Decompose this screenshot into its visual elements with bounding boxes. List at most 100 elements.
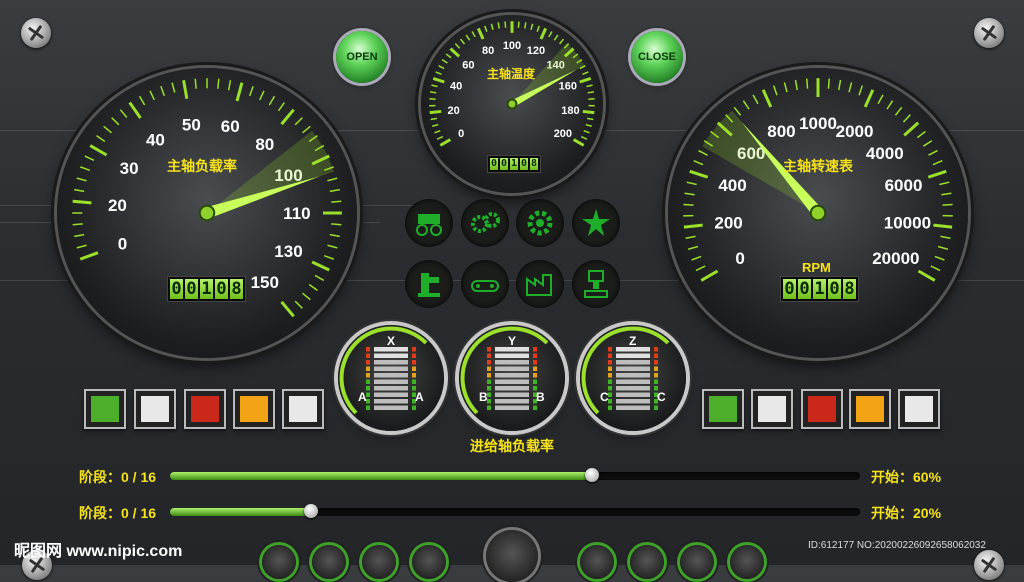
axis-level-led [366, 406, 370, 411]
minor-tick [140, 96, 145, 105]
minor-tick [929, 151, 938, 156]
gears-icon[interactable] [461, 199, 509, 247]
right-off-face [758, 396, 786, 422]
press-icon[interactable] [572, 260, 620, 308]
robot-arm-icon[interactable] [405, 260, 453, 308]
minor-tick [77, 245, 87, 248]
control-knob[interactable] [262, 545, 296, 579]
axis-level-led [608, 380, 612, 385]
axis-level-led [366, 354, 370, 359]
star-gear-icon[interactable] [572, 199, 620, 247]
minor-tick [303, 126, 311, 133]
axis-load-segment [495, 373, 529, 378]
progress-slider-1-thumb[interactable] [585, 468, 599, 482]
right-f1-button[interactable] [849, 389, 891, 429]
left-stop-button[interactable] [282, 389, 324, 429]
tick-label: 150 [251, 273, 279, 292]
minor-tick [938, 247, 948, 250]
major-tick [430, 111, 442, 112]
tick-label: 20000 [872, 249, 919, 268]
main-dial-knob[interactable] [486, 530, 538, 582]
control-knob[interactable] [680, 545, 714, 579]
minor-tick [931, 266, 940, 270]
minor-tick [685, 193, 695, 194]
right-stop-button[interactable] [898, 389, 940, 429]
control-knob[interactable] [412, 545, 446, 579]
left-f1-button[interactable] [233, 389, 275, 429]
control-knob[interactable] [312, 545, 346, 579]
major-tick [574, 140, 584, 146]
right-run-button[interactable] [801, 389, 843, 429]
watermark-id: ID:612177 NO:20200226092658062032 [808, 540, 986, 551]
control-knob[interactable] [630, 545, 664, 579]
counter-digit: 0 [783, 279, 796, 299]
axis-level-led [533, 367, 537, 372]
tick-label: 100 [503, 40, 521, 52]
minor-tick [505, 22, 506, 28]
axis-level-led [412, 347, 416, 352]
tick-label: 0 [118, 235, 127, 254]
axis-load-segment [374, 367, 408, 372]
tick-label: 160 [559, 81, 577, 93]
minor-tick [120, 110, 127, 118]
minor-tick [923, 141, 932, 146]
major-tick [928, 171, 946, 177]
minor-tick [743, 101, 749, 109]
open-button[interactable]: OPEN [336, 31, 388, 83]
conveyor-icon[interactable] [461, 260, 509, 308]
minor-tick [431, 118, 437, 119]
minor-tick [73, 224, 83, 225]
major-tick [933, 225, 952, 227]
left-on-button[interactable] [84, 389, 126, 429]
close-button[interactable]: CLOSE [631, 31, 683, 83]
stage-label-2: 阶段：0 / 16 [79, 503, 156, 523]
y-axis-label: Y [508, 334, 516, 348]
tick-label: 0 [735, 249, 744, 268]
minor-tick [917, 131, 925, 137]
left-off-face [141, 396, 169, 422]
spindle-assembly-icon[interactable] [405, 199, 453, 247]
sunflower-gear-icon[interactable] [516, 199, 564, 247]
minor-tick [587, 85, 593, 86]
progress-slider-2[interactable] [170, 508, 860, 516]
minor-tick [315, 275, 324, 280]
minor-tick [250, 86, 253, 96]
minor-tick [581, 137, 587, 140]
minor-tick [461, 39, 465, 44]
right-off-button[interactable] [751, 389, 793, 429]
start-label-1: 开始：60% [871, 467, 941, 487]
axis-level-led [412, 380, 416, 385]
axis-load-segment [616, 393, 650, 398]
minor-tick [330, 190, 340, 192]
minor-tick [586, 125, 592, 127]
minor-tick [796, 80, 798, 90]
axis-level-led [412, 373, 416, 378]
major-tick [684, 225, 703, 227]
major-tick [433, 78, 444, 82]
left-off-button[interactable] [134, 389, 176, 429]
minor-tick [112, 118, 119, 125]
axis-level-led [654, 360, 658, 365]
needle-hub [508, 100, 517, 109]
factory-icon[interactable] [516, 260, 564, 308]
control-knob[interactable] [580, 545, 614, 579]
spindle-speed-gauge: 020040060080010002000400060001000020000 … [668, 68, 968, 358]
axis-level-led [412, 367, 416, 372]
left-run-button[interactable] [184, 389, 226, 429]
minor-tick [485, 26, 487, 32]
counter-digit: 0 [500, 158, 508, 170]
axis-load-segment [616, 386, 650, 391]
major-tick [865, 90, 873, 107]
speed-gauge-counter: 0 0 1 0 8 [780, 276, 859, 302]
minor-tick [560, 39, 564, 44]
progress-slider-2-thumb[interactable] [304, 504, 318, 518]
needle-hub [811, 206, 826, 221]
right-on-button[interactable] [702, 389, 744, 429]
axis-level-led [608, 373, 612, 378]
control-knob[interactable] [730, 545, 764, 579]
tick-label: 200 [554, 128, 572, 140]
progress-slider-1[interactable] [170, 472, 860, 480]
minor-tick [518, 22, 519, 28]
axis-level-led [533, 380, 537, 385]
control-knob[interactable] [362, 545, 396, 579]
